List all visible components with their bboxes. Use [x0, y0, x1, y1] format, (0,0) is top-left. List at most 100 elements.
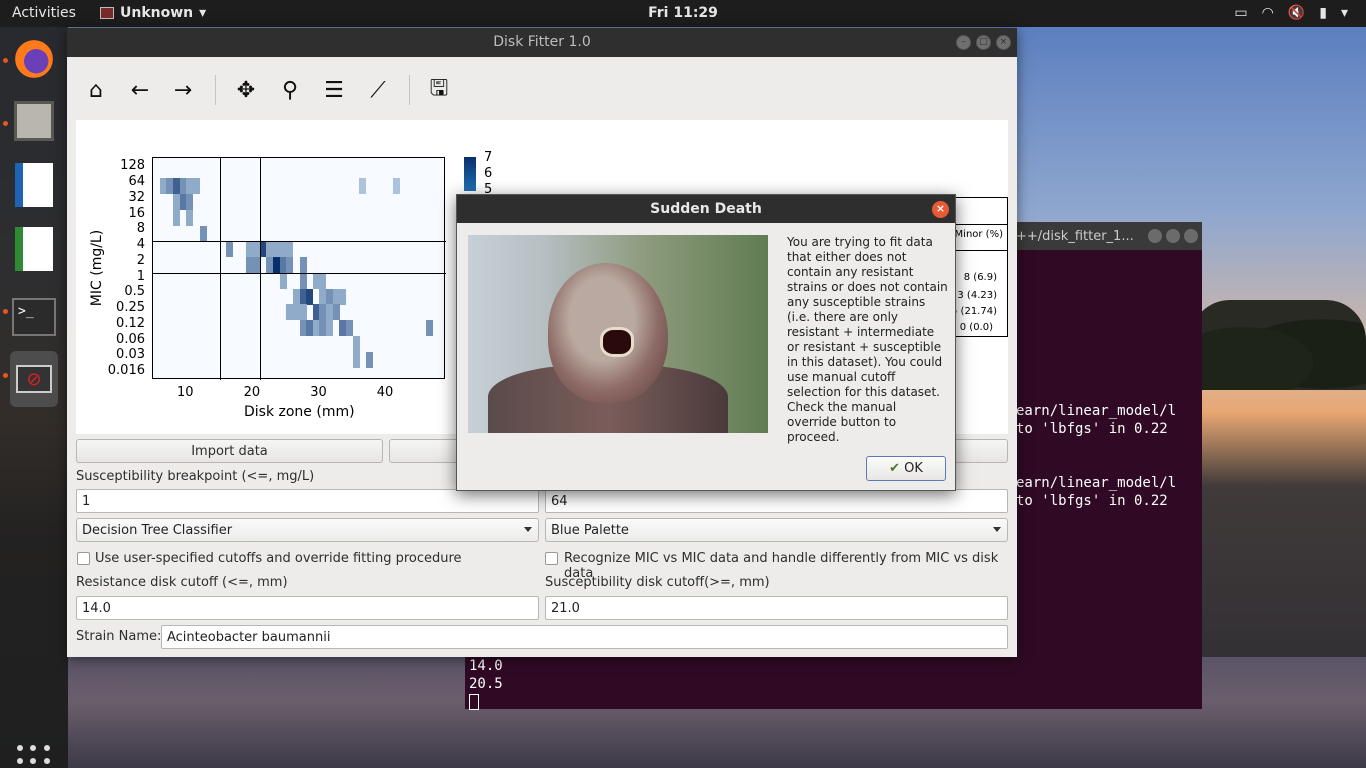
- running-indicator: [3, 58, 8, 63]
- terminal-cursor: [469, 694, 479, 710]
- heatmap-cell: [352, 351, 360, 368]
- y-tick-label: 128: [120, 158, 145, 174]
- close-icon[interactable]: [1184, 229, 1198, 243]
- stats-header: Minor (%): [954, 229, 1003, 240]
- chevron-down-icon: ▾: [199, 5, 207, 21]
- chevron-down-icon[interactable]: ▾: [1341, 5, 1348, 21]
- terminal-line: to 'lbfgs' in 0.22: [1016, 493, 1168, 509]
- classifier-value: Decision Tree Classifier: [82, 523, 233, 538]
- res-disk-input[interactable]: 14.0: [76, 596, 539, 620]
- app-menu[interactable]: Unknown ▾: [100, 5, 206, 21]
- toolbar-separator: [409, 75, 410, 105]
- heatmap-cell: [186, 194, 194, 211]
- back-arrow-icon[interactable]: ←: [125, 75, 155, 105]
- files-icon[interactable]: [10, 97, 58, 145]
- cutoff-hline: [153, 272, 446, 274]
- maximize-icon[interactable]: [1166, 229, 1180, 243]
- minimize-icon[interactable]: –: [956, 35, 971, 50]
- y-tick-label: 0.03: [116, 347, 145, 363]
- volume-muted-icon[interactable]: 🔇: [1288, 5, 1305, 21]
- ok-label: OK: [904, 461, 923, 476]
- palette-select[interactable]: Blue Palette: [545, 518, 1008, 542]
- save-icon[interactable]: 🖫: [424, 75, 454, 105]
- sudden-death-dialog[interactable]: Sudden Death × You are trying to fit dat…: [456, 194, 956, 491]
- override-checkbox[interactable]: [77, 552, 90, 565]
- maximize-icon[interactable]: □: [976, 35, 991, 50]
- susc-disk-input[interactable]: 21.0: [545, 596, 1008, 620]
- app-menu-label: Unknown: [120, 5, 194, 21]
- zombie-image: [468, 235, 768, 433]
- susc-disk-label: Susceptibility disk cutoff(>=, mm): [545, 575, 770, 590]
- cutoff-vline: [219, 158, 221, 380]
- susc-breakpoint-input[interactable]: 1: [76, 489, 539, 513]
- heatmap-cell: [279, 272, 287, 289]
- terminal-line: earn/linear_model/l: [1016, 475, 1177, 491]
- dock: >_ ⊘: [0, 27, 68, 768]
- terminal-output-lower[interactable]: 14.0 20.5: [465, 657, 1202, 710]
- edit-axis-icon[interactable]: ⟋: [363, 75, 393, 105]
- x-tick-label: 40: [376, 385, 394, 400]
- wifi-icon[interactable]: ◠: [1262, 5, 1274, 21]
- system-tray[interactable]: ▭ ◠ 🔇 ▮ ▾: [1234, 5, 1348, 21]
- palette-value: Blue Palette: [551, 523, 629, 538]
- terminal-title: ++/disk_fitter_1...: [1016, 229, 1134, 244]
- terminal-window[interactable]: ++/disk_fitter_1... earn/linear_model/l …: [1004, 222, 1202, 709]
- heatmap-cell: [299, 304, 307, 321]
- running-indicator: [3, 121, 8, 126]
- terminal-title-bar[interactable]: ++/disk_fitter_1...: [1004, 222, 1202, 250]
- show-applications-icon[interactable]: [17, 745, 51, 768]
- cutoff-hline: [153, 241, 446, 243]
- window-title-bar[interactable]: Disk Fitter 1.0 – □ ×: [67, 28, 1017, 57]
- configure-subplots-icon[interactable]: ☰: [319, 75, 349, 105]
- terminal-icon[interactable]: >_: [10, 293, 58, 341]
- heatmap-cell: [339, 288, 347, 305]
- cutoff-vline: [259, 158, 261, 380]
- import-data-button[interactable]: Import data: [76, 439, 383, 463]
- home-icon[interactable]: ⌂: [81, 75, 111, 105]
- res-breakpoint-input[interactable]: 64: [545, 489, 1008, 513]
- close-icon[interactable]: ×: [932, 201, 949, 218]
- terminal-line: 20.5: [469, 676, 503, 692]
- check-icon: ✔: [889, 461, 900, 476]
- top-bar: Activities Unknown ▾ Fri 11:29 ▭ ◠ 🔇 ▮ ▾: [0, 0, 1366, 27]
- activities-button[interactable]: Activities: [12, 5, 76, 21]
- heatmap-cell: [392, 178, 400, 195]
- stats-value: 8 (6.9): [963, 272, 997, 283]
- disk-fitter-icon[interactable]: ⊘: [10, 351, 58, 407]
- battery-icon[interactable]: ▮: [1319, 5, 1327, 21]
- heatmap-cell: [192, 178, 200, 195]
- firefox-icon[interactable]: [10, 35, 58, 83]
- heatmap-cell: [326, 320, 334, 337]
- dialog-title-bar[interactable]: Sudden Death ×: [457, 195, 955, 223]
- stats-table: Minor (%) 8 (6.9) 3 (4.23) 5 (21.74) 0 (…: [948, 197, 1008, 337]
- mic-vs-mic-checkbox[interactable]: [545, 552, 558, 565]
- forward-arrow-icon[interactable]: →: [168, 75, 198, 105]
- pan-icon[interactable]: ✥: [231, 75, 261, 105]
- y-tick-label: 32: [128, 189, 145, 205]
- y-tick-label: 0.016: [107, 363, 145, 379]
- dialog-title: Sudden Death: [650, 201, 762, 217]
- writer-icon[interactable]: [10, 161, 58, 209]
- zoom-icon[interactable]: ⚲: [275, 75, 305, 105]
- heatmap-cell: [352, 335, 360, 352]
- close-icon[interactable]: ×: [996, 35, 1011, 50]
- minimize-icon[interactable]: [1148, 229, 1162, 243]
- stats-value: 0 (0.0): [959, 322, 993, 333]
- heatmap-cell: [286, 257, 294, 274]
- screen-icon[interactable]: ▭: [1234, 5, 1247, 21]
- override-label[interactable]: Use user-specified cutoffs and override …: [95, 551, 462, 566]
- heatmap-cell: [199, 225, 207, 242]
- ok-button[interactable]: ✔ OK: [866, 456, 946, 481]
- terminal-output-upper: earn/linear_model/l to 'lbfgs' in 0.22 e…: [1016, 402, 1176, 510]
- terminal-line: earn/linear_model/l: [1016, 403, 1177, 419]
- classifier-select[interactable]: Decision Tree Classifier: [76, 518, 539, 542]
- strain-name-input[interactable]: Acinteobacter baumannii: [161, 625, 1008, 649]
- terminal-line: to 'lbfgs' in 0.22: [1016, 421, 1168, 437]
- heatmap-axes: [152, 157, 446, 380]
- colorbar-label: 7: [484, 150, 493, 165]
- res-disk-label: Resistance disk cutoff (<=, mm): [76, 575, 288, 590]
- calc-icon[interactable]: [10, 225, 58, 273]
- y-axis-title: MIC (mg/L): [89, 229, 105, 307]
- toolbar-separator: [215, 75, 216, 105]
- clock[interactable]: Fri 11:29: [648, 5, 718, 21]
